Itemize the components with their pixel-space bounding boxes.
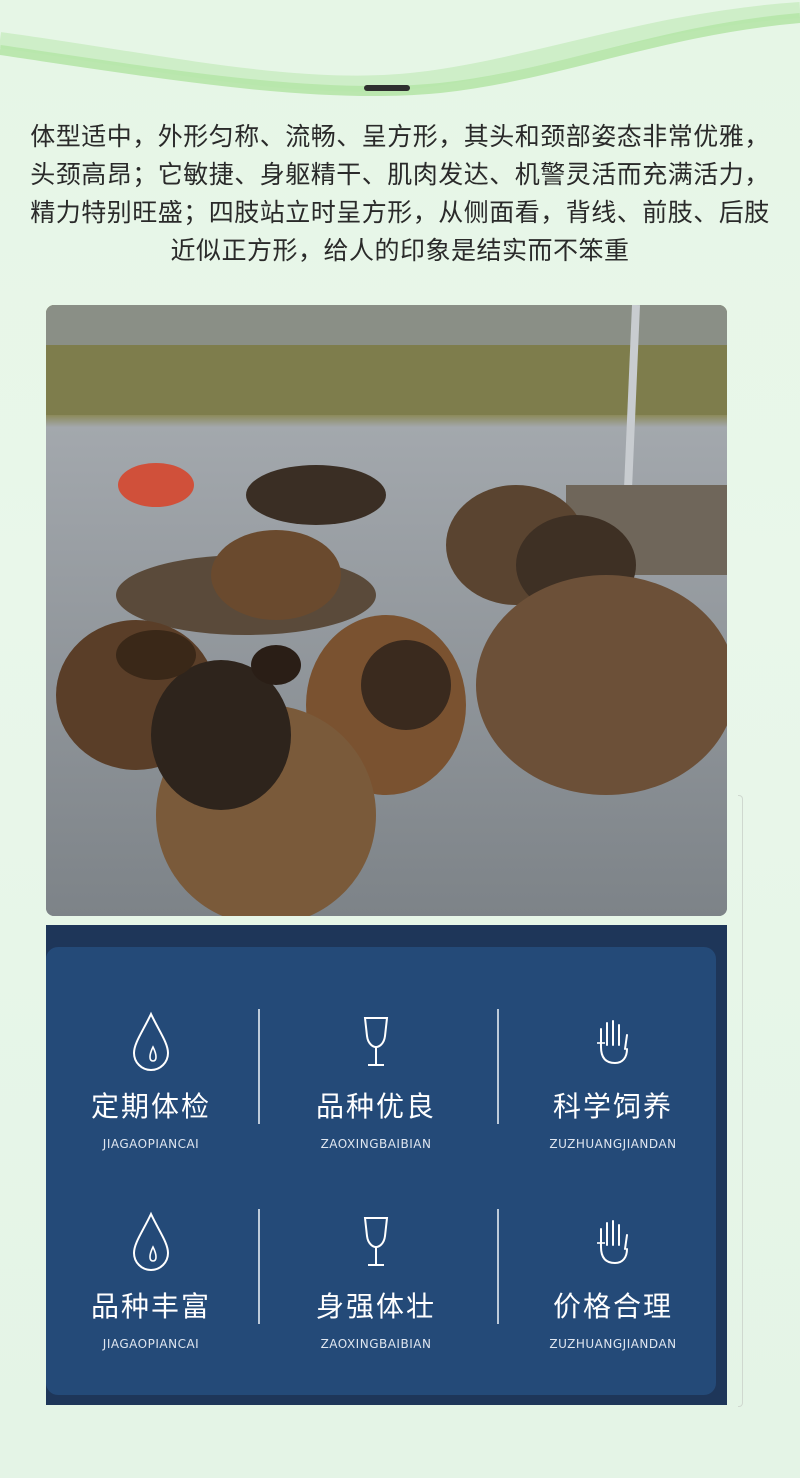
- feature-subtitle: JIAGAOPIANCAI: [102, 1337, 200, 1351]
- hand-icon: [513, 1207, 713, 1277]
- feature-title: 品种丰富: [90, 1290, 211, 1323]
- feature-subtitle: JIAGAOPIANCAI: [102, 1137, 200, 1151]
- feature-item: 科学饲养 ZUZHUANGJIANDAN: [513, 1007, 713, 1151]
- feature-item: 品种丰富 JIAGAOPIANCAI: [51, 1207, 251, 1351]
- wine-glass-icon: [276, 1007, 476, 1077]
- divider: [497, 1009, 499, 1124]
- feature-title: 科学饲养: [552, 1090, 673, 1123]
- feature-title: 身强体壮: [315, 1290, 436, 1323]
- feature-subtitle: ZAOXINGBAIBIAN: [320, 1337, 432, 1351]
- feature-item: 定期体检 JIAGAOPIANCAI: [51, 1007, 251, 1151]
- water-drop-icon: [51, 1007, 251, 1077]
- puppies-photo: [46, 305, 727, 916]
- top-wave-decoration: [0, 2, 800, 97]
- features-panel: 定期体检 JIAGAOPIANCAI 品种优良 ZAOXINGBAIBIAN 科…: [46, 925, 727, 1405]
- feature-item: 价格合理 ZUZHUANGJIANDAN: [513, 1207, 713, 1351]
- description-text: 体型适中，外形匀称、流畅、呈方形，其头和颈部姿态非常优雅，头颈高昂；它敏捷、身躯…: [30, 122, 770, 265]
- side-frame-line: [738, 795, 743, 1407]
- feature-item: 身强体壮 ZAOXINGBAIBIAN: [276, 1207, 476, 1351]
- feature-item: 品种优良 ZAOXINGBAIBIAN: [276, 1007, 476, 1151]
- feature-title: 价格合理: [552, 1290, 673, 1323]
- divider: [258, 1009, 260, 1124]
- feature-title: 定期体检: [90, 1090, 211, 1123]
- drag-handle: [364, 85, 410, 91]
- feature-title: 品种优良: [315, 1090, 436, 1123]
- hand-icon: [513, 1007, 713, 1077]
- feature-subtitle: ZAOXINGBAIBIAN: [320, 1137, 432, 1151]
- wine-glass-icon: [276, 1207, 476, 1277]
- features-card: 定期体检 JIAGAOPIANCAI 品种优良 ZAOXINGBAIBIAN 科…: [46, 947, 716, 1395]
- divider: [497, 1209, 499, 1324]
- feature-subtitle: ZUZHUANGJIANDAN: [549, 1137, 677, 1151]
- divider: [258, 1209, 260, 1324]
- feature-subtitle: ZUZHUANGJIANDAN: [549, 1337, 677, 1351]
- water-drop-icon: [51, 1207, 251, 1277]
